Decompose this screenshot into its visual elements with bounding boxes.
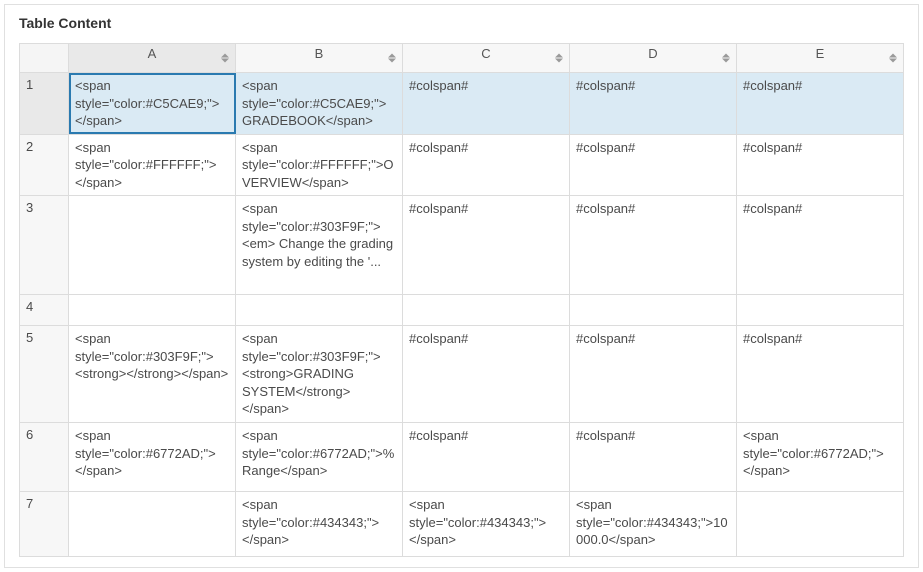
cell[interactable] [236,295,403,326]
table-row: 7<span style="color:#434343;"></span><sp… [20,492,904,557]
cell[interactable]: #colspan# [570,196,737,295]
cell[interactable] [69,196,236,295]
col-header-c[interactable]: C [403,44,570,73]
cell[interactable]: <span style="color:#434343;">10000.0</sp… [570,492,737,557]
cell[interactable] [403,295,570,326]
sort-icon[interactable] [388,54,396,63]
cell[interactable]: <span style="color:#FFFFFF;">OVERVIEW</s… [236,134,403,196]
cell[interactable]: #colspan# [403,73,570,135]
column-header-row: A B C D E [20,44,904,73]
cell[interactable]: <span style="color:#C5CAE9;"></span> [69,73,236,135]
cell[interactable]: #colspan# [403,196,570,295]
cell[interactable]: <span style="color:#434343;"></span> [236,492,403,557]
cell[interactable]: <span style="color:#6772AD;">% Range</sp… [236,423,403,492]
spreadsheet-grid[interactable]: A B C D E 1<span style="color:#C5CAE9;"></sp… [19,43,904,557]
col-header-label: A [148,46,157,61]
cell[interactable]: <span style="color:#434343;"></span> [403,492,570,557]
table-content-panel: Table Content ABCDE 1<span style="color:… [4,4,919,568]
cell[interactable]: #colspan# [403,326,570,423]
panel-title: Table Content [5,5,918,43]
table-row: 2<span style="color:#FFFFFF;"></span><sp… [20,134,904,196]
cell[interactable] [69,295,236,326]
sort-icon[interactable] [221,54,229,63]
cell[interactable] [737,295,904,326]
cell[interactable]: <span style="color:#C5CAE9;">GRADEBOOK</… [236,73,403,135]
corner-cell[interactable] [20,44,69,73]
cell[interactable]: <span style="color:#6772AD;"></span> [69,423,236,492]
col-header-label: B [315,46,324,61]
row-header[interactable]: 4 [20,295,69,326]
cell[interactable]: <span style="color:#303F9F;"><strong></s… [69,326,236,423]
cell[interactable]: #colspan# [570,134,737,196]
grid-body: 1<span style="color:#C5CAE9;"></span><sp… [20,73,904,557]
cell[interactable] [69,492,236,557]
col-header-label: D [648,46,657,61]
cell[interactable]: <span style="color:#303F9F;"><em> Change… [236,196,403,295]
cell[interactable]: #colspan# [737,134,904,196]
table-row: 3 <span style="color:#303F9F;"><em> Chang… [20,196,904,295]
cell[interactable]: #colspan# [570,73,737,135]
sort-icon[interactable] [889,54,897,63]
cell[interactable]: #colspan# [737,73,904,135]
cell[interactable]: <span style="color:#303F9F;"><strong>GRA… [236,326,403,423]
row-header[interactable]: 1 [20,73,69,135]
cell[interactable] [570,295,737,326]
cell[interactable] [737,492,904,557]
cell[interactable]: #colspan# [570,423,737,492]
col-header-e[interactable]: E [737,44,904,73]
col-header-label: C [481,46,490,61]
sort-icon[interactable] [555,54,563,63]
table-row: 6<span style="color:#6772AD;"></span><sp… [20,423,904,492]
cell[interactable]: #colspan# [403,423,570,492]
col-header-label: E [816,46,825,61]
row-header[interactable]: 3 [20,196,69,295]
col-header-a[interactable]: A [69,44,236,73]
row-header[interactable]: 2 [20,134,69,196]
col-header-d[interactable]: D [570,44,737,73]
col-header-b[interactable]: B [236,44,403,73]
row-header[interactable]: 6 [20,423,69,492]
table-row: 4 [20,295,904,326]
sort-icon[interactable] [722,54,730,63]
grid-wrap: A B C D E 1<span style="color:#C5CAE9;"></sp… [5,43,918,567]
cell[interactable]: #colspan# [403,134,570,196]
cell[interactable]: <span style="color:#FFFFFF;"></span> [69,134,236,196]
table-row: 1<span style="color:#C5CAE9;"></span><sp… [20,73,904,135]
row-header[interactable]: 5 [20,326,69,423]
cell[interactable]: #colspan# [737,196,904,295]
table-row: 5<span style="color:#303F9F;"><strong></… [20,326,904,423]
cell[interactable]: #colspan# [737,326,904,423]
cell[interactable]: <span style="color:#6772AD;"></span> [737,423,904,492]
cell[interactable]: #colspan# [570,326,737,423]
row-header[interactable]: 7 [20,492,69,557]
